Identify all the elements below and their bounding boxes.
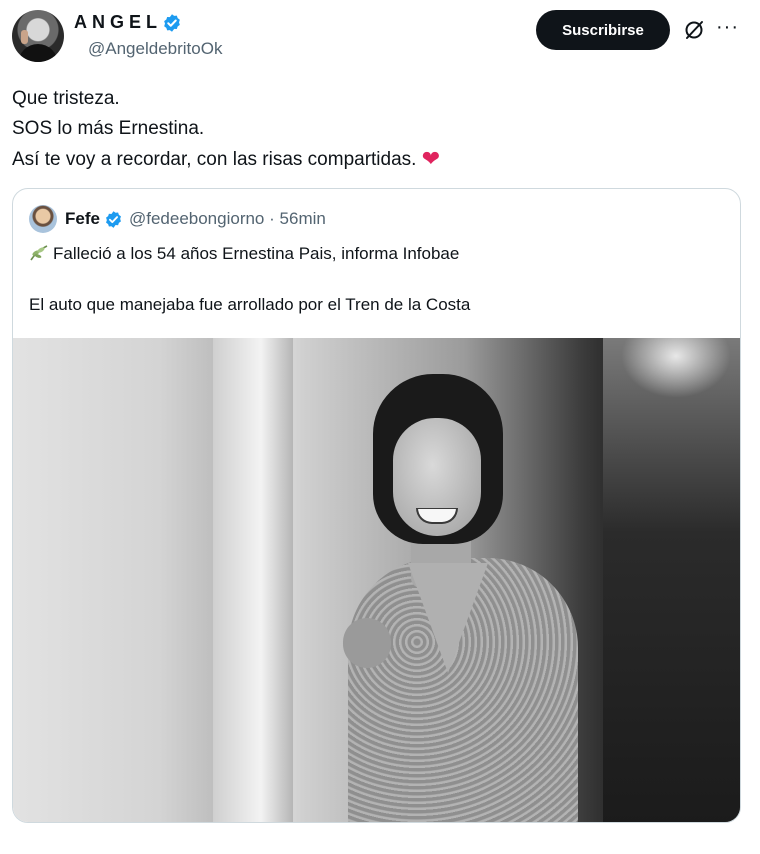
quoted-text-line-1-content: Falleció a los 54 años Ernestina Pais, i… [53, 244, 460, 263]
more-options-icon[interactable]: ··· [716, 16, 739, 39]
quoted-tweet-header: Fefe @fedeebongiorno · 56min [29, 205, 326, 233]
red-heart-emoji: ❤ [421, 146, 441, 171]
photo-dark-background [603, 338, 740, 822]
quoted-separator: · [269, 209, 275, 228]
quoted-text-line-1: Falleció a los 54 años Ernestina Pais, i… [29, 244, 459, 264]
quoted-tweet-photo[interactable] [13, 338, 740, 822]
author-name-row[interactable]: ANGEL [74, 12, 182, 33]
tweet-line-1: Que tristeza. [12, 88, 120, 109]
quoted-handle-text[interactable]: @fedeebongiorno [129, 209, 264, 228]
tweet-line-2: SOS lo más Ernestina. [12, 118, 205, 139]
tweet-header: ANGEL @AngeldebritoOk Suscribirse ··· [12, 10, 748, 64]
avatar-hand [21, 30, 28, 44]
quoted-tweet[interactable]: Fefe @fedeebongiorno · 56min Falleció a … [12, 188, 741, 823]
photo-hand [343, 618, 391, 668]
subscribe-button[interactable]: Suscribirse [536, 10, 670, 50]
quoted-author-avatar[interactable] [29, 205, 57, 233]
grok-slash-icon[interactable] [682, 18, 706, 42]
tweet-text: Que tristeza. SOS lo más Ernestina. Así … [12, 84, 732, 175]
quoted-author-handle[interactable]: @fedeebongiorno · 56min [129, 209, 326, 229]
photo-light-spot [621, 338, 731, 398]
avatar-shoulders [18, 44, 58, 62]
quoted-author-name[interactable]: Fefe [65, 209, 100, 229]
verified-badge-icon [164, 13, 180, 32]
leaf-icon [30, 245, 48, 261]
quoted-verified-badge-icon [106, 210, 121, 228]
author-handle[interactable]: @AngeldebritoOk [88, 39, 222, 59]
quoted-text-line-2: El auto que manejaba fue arrollado por e… [29, 295, 471, 314]
tweet-line-3: Así te voy a recordar, con las risas com… [12, 144, 732, 175]
author-avatar[interactable] [12, 10, 64, 62]
author-display-name[interactable]: ANGEL [74, 12, 162, 33]
photo-wall-edge [213, 338, 293, 822]
tweet-line-3-text: Así te voy a recordar, con las risas com… [12, 149, 417, 170]
quoted-time[interactable]: 56min [280, 209, 326, 228]
